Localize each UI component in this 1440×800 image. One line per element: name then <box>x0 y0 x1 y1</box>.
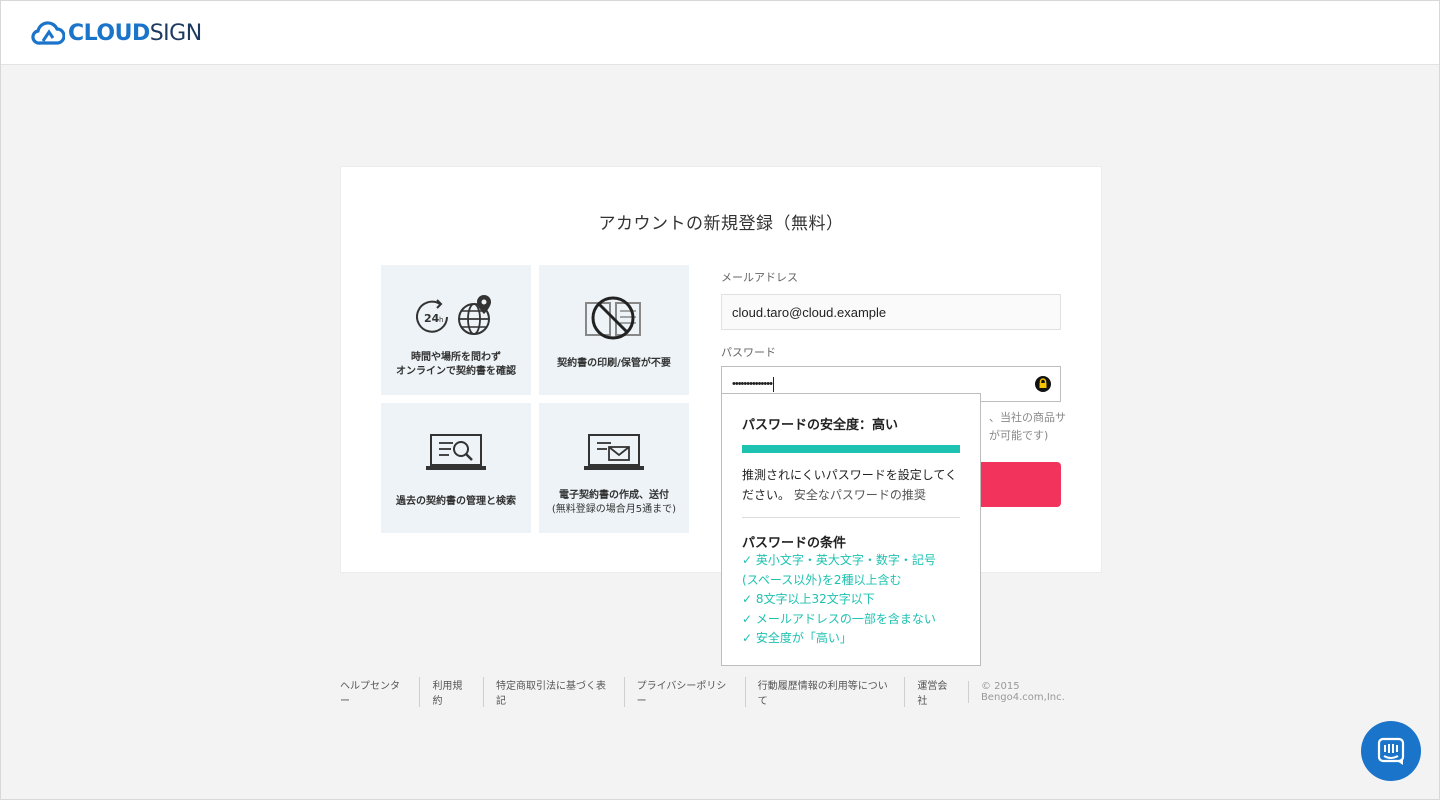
password-manager-icon[interactable] <box>1035 376 1051 392</box>
password-recommendation-link[interactable]: 安全なパスワードの推奨 <box>794 488 926 502</box>
condition-no-email: ✓ メールアドレスの一部を含まない <box>742 611 936 626</box>
strength-meter <box>742 445 960 453</box>
password-label: パスワード <box>721 346 776 359</box>
header: CLOUDSIGN <box>1 1 1439 65</box>
email-value: cloud.taro@cloud.example <box>732 304 887 320</box>
feature-caption-line1: 電子契約書の作成、送付 <box>559 490 669 501</box>
chat-launcher-button[interactable] <box>1361 721 1421 781</box>
email-label: メールアドレス <box>721 271 798 284</box>
page-title: アカウントの新規登録（無料） <box>598 214 844 234</box>
feature-tile-send: 電子契約書の作成、送付 (無料登録の場合月5通まで) <box>539 403 689 533</box>
feature-tile-paperless: 契約書の印刷/保管が不要 <box>539 265 689 395</box>
feature-tile-search: 過去の契約書の管理と検索 <box>381 403 531 533</box>
feature-caption-line1: 契約書の印刷/保管が不要 <box>557 358 671 369</box>
no-paper-icon <box>585 296 641 340</box>
password-value: •••••••••••••• <box>732 378 773 390</box>
condition-length: ✓ 8文字以上32文字以下 <box>742 592 875 606</box>
footer: ヘルプセンター 利用規約 特定商取引法に基づく表記 プライバシーポリシー 行動履… <box>340 677 1102 707</box>
signup-form: メールアドレス cloud.taro@cloud.example パスワード •… <box>721 265 1061 402</box>
feature-caption-line1: 時間や場所を問わず <box>411 352 501 363</box>
feature-caption-line1: 過去の契約書の管理と検索 <box>396 496 516 507</box>
copyright: © 2015 Bengo4.com,Inc. <box>967 681 1102 703</box>
chat-icon <box>1377 737 1405 765</box>
logo-text-cloud: CLOUD <box>68 20 150 46</box>
svg-text:h: h <box>439 316 443 324</box>
cloud-logo-icon <box>31 21 65 45</box>
footer-link-company[interactable]: 運営会社 <box>904 677 968 707</box>
text-caret <box>772 376 774 392</box>
footer-link-commerce-law[interactable]: 特定商取引法に基づく表記 <box>482 677 624 707</box>
email-input[interactable]: cloud.taro@cloud.example <box>721 294 1061 330</box>
strength-heading: パスワードの安全度：高い <box>742 418 899 433</box>
condition-charset: ✓ 英小文字・英大文字・数字・記号 (スペース以外)を2種以上含む <box>742 553 936 587</box>
conditions-heading: パスワードの条件 <box>742 536 847 551</box>
feature-caption-line2: オンラインで契約書を確認 <box>396 366 516 377</box>
laptop-search-icon <box>426 434 486 470</box>
terms-hint-text: 、当社の商品サ が可能です) <box>989 411 1066 442</box>
password-strength-popover: パスワードの安全度：高い 推測されにくいパスワードを設定してく ださい。 安全な… <box>721 393 981 666</box>
feature-tile-anywhere: 24 h 時間や場所を問わず オンラインで契約書を確認 <box>381 265 531 395</box>
condition-strength: ✓ 安全度が「高い」 <box>742 631 852 645</box>
footer-link-behavior-data[interactable]: 行動履歴情報の利用等について <box>744 677 905 707</box>
popover-divider <box>742 517 960 518</box>
feature-caption-line2: (無料登録の場合月5通まで) <box>551 504 677 515</box>
footer-link-terms[interactable]: 利用規約 <box>419 677 483 707</box>
feature-tiles: 24 h 時間や場所を問わず オンラインで契約書を確認 契約書の印刷/保管が不要… <box>381 265 691 535</box>
footer-link-help[interactable]: ヘルプセンター <box>340 677 419 707</box>
svg-text:24: 24 <box>424 312 440 325</box>
logo-text-sign: SIGN <box>149 20 202 46</box>
strength-description: 推測されにくいパスワードを設定してく ださい。 安全なパスワードの推奨 <box>742 468 958 502</box>
footer-link-privacy[interactable]: プライバシーポリシー <box>623 677 745 707</box>
cloudsign-logo[interactable]: CLOUDSIGN <box>31 18 202 48</box>
24h-globe-icon: 24 h <box>416 295 491 335</box>
laptop-mail-icon <box>584 434 644 470</box>
